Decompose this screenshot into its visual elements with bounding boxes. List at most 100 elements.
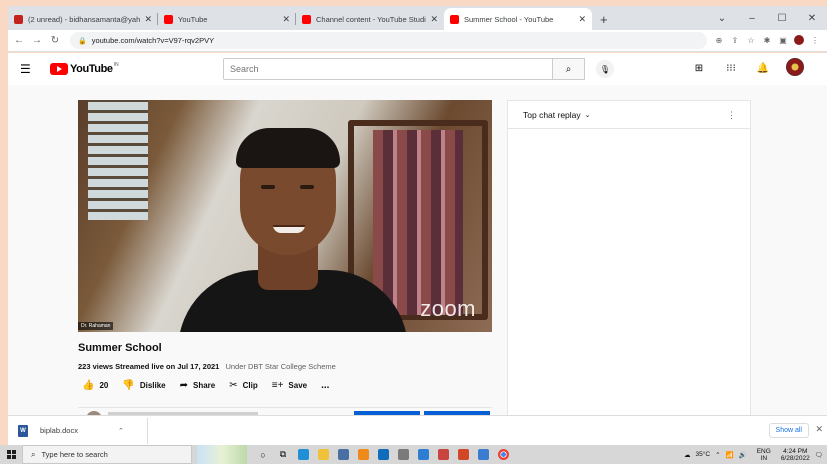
clock-time: 4:24 PM — [783, 447, 808, 455]
weather-temp[interactable]: 35°C — [696, 451, 711, 458]
tray-chevron-icon[interactable]: ⌃ — [715, 451, 720, 459]
edge-icon[interactable] — [293, 445, 313, 464]
save-button[interactable]: ≡+ Save — [272, 380, 307, 391]
language-indicator[interactable]: ENG IN — [752, 448, 771, 462]
view-count: 223 views — [78, 362, 114, 371]
show-all-button[interactable]: Show all — [768, 423, 809, 438]
clip-label: Clip — [242, 381, 258, 390]
close-tab-icon[interactable]: ✕ — [282, 14, 290, 25]
start-button[interactable] — [0, 445, 22, 464]
chrome-icon[interactable] — [493, 445, 513, 464]
youtube-logo[interactable]: YouTube IN — [50, 62, 119, 75]
bookmark-star-icon[interactable]: ☆ — [743, 36, 759, 45]
video-curtain-background — [373, 130, 463, 315]
settings-icon[interactable] — [393, 445, 413, 464]
logo-country-code: IN — [113, 62, 119, 68]
taskbar-search-input[interactable]: ⌕ Type here to search — [22, 445, 192, 464]
create-video-icon[interactable]: ⊞ — [683, 63, 715, 74]
chat-header[interactable]: Top chat replay ⌄ ⋮ — [508, 101, 750, 129]
chevron-up-icon[interactable]: ⌃ — [118, 427, 124, 435]
tab-title: Channel content - YouTube Studio — [316, 14, 427, 24]
search-highlight-image[interactable] — [197, 445, 247, 464]
side-panel-icon[interactable]: ▣ — [775, 36, 791, 45]
extensions-puzzle-icon[interactable]: ✱ — [759, 36, 775, 45]
search-icon: ⌕ — [31, 449, 36, 459]
url-input[interactable]: 🔒 youtube.com/watch?v=V97-rqv2PVY — [70, 32, 707, 49]
tab-title: Summer School - YouTube — [464, 14, 554, 24]
store-icon[interactable] — [333, 445, 353, 464]
window-controls: ⌄ – ☐ ✕ — [707, 6, 827, 30]
cortana-icon[interactable]: ○ — [253, 445, 273, 464]
powerpoint-icon[interactable] — [453, 445, 473, 464]
share-arrow-icon: ➦ — [179, 380, 188, 391]
new-tab-button[interactable]: + — [600, 8, 608, 30]
close-tab-icon[interactable]: ✕ — [430, 14, 438, 25]
voice-search-button[interactable]: 🎙 — [596, 60, 614, 78]
share-label: Share — [193, 381, 216, 390]
browser-tab-strip: (2 unread) - bidhansamanta@yahoo ✕ YouTu… — [8, 6, 827, 30]
tab-gmail[interactable]: (2 unread) - bidhansamanta@yahoo ✕ — [8, 8, 158, 30]
apps-grid-icon[interactable]: ⁝⁝⁝ — [715, 63, 747, 74]
minimize-button[interactable]: – — [737, 13, 767, 24]
close-downloads-icon[interactable]: ✕ — [815, 424, 823, 435]
like-count: 20 — [99, 381, 109, 390]
close-window-button[interactable]: ✕ — [797, 13, 827, 24]
share-button[interactable]: ➦ Share — [180, 380, 216, 391]
notifications-bell-icon[interactable]: 🔔 — [747, 63, 779, 74]
search-input[interactable]: Search — [223, 58, 553, 80]
install-app-icon[interactable]: ⊕ — [711, 36, 727, 45]
channel-avatar[interactable] — [779, 58, 811, 79]
more-actions-button[interactable]: ... — [321, 380, 329, 391]
tab-youtube[interactable]: YouTube ✕ — [158, 8, 296, 30]
lock-icon[interactable]: 🔒 — [78, 37, 87, 45]
video-player[interactable]: zoom Dr. Rahaman — [78, 100, 492, 332]
like-button[interactable]: 👍 20 — [82, 380, 108, 391]
youtube-header-actions: ⊞ ⁝⁝⁝ 🔔 — [683, 58, 811, 79]
profile-avatar[interactable] — [791, 34, 807, 47]
reload-icon[interactable]: ↻ — [48, 35, 62, 46]
download-item[interactable]: W biplab.docx ⌃ — [18, 417, 148, 444]
mail-icon[interactable] — [373, 445, 393, 464]
weather-icon[interactable]: ☁ — [684, 451, 691, 459]
file-explorer-icon[interactable] — [313, 445, 333, 464]
thumbs-down-icon: 👎 — [122, 380, 135, 391]
channel-row — [78, 407, 492, 415]
tab-title: (2 unread) - bidhansamanta@yahoo — [28, 14, 141, 24]
clock[interactable]: 4:24 PM 6/28/2022 — [776, 448, 810, 462]
dislike-button[interactable]: 👎 Dislike — [122, 380, 165, 391]
task-view-icon[interactable]: ⧉ — [273, 445, 293, 464]
hamburger-menu-icon[interactable]: ☰ — [20, 62, 36, 76]
share-icon[interactable]: ⇪ — [727, 36, 743, 45]
volume-icon[interactable]: 🔊 — [739, 451, 747, 459]
photo-viewer-icon[interactable] — [473, 445, 493, 464]
maximize-button[interactable]: ☐ — [767, 13, 797, 24]
tab-summer-school[interactable]: Summer School - YouTube ✕ — [444, 8, 592, 30]
close-tab-icon[interactable]: ✕ — [144, 14, 152, 25]
clip-button[interactable]: ✂ Clip — [229, 380, 258, 391]
back-icon[interactable]: ← — [12, 35, 26, 46]
url-text: youtube.com/watch?v=V97-rqv2PVY — [91, 36, 215, 45]
video-hashtag[interactable]: Under DBT Star College Scheme — [225, 362, 335, 371]
browser-menu-icon[interactable]: ⋮ — [807, 36, 823, 45]
participant-name-tag: Dr. Rahaman — [78, 322, 114, 330]
tab-youtube-studio[interactable]: Channel content - YouTube Studio ✕ — [296, 8, 444, 30]
tab-search-icon[interactable]: ⌄ — [707, 13, 737, 24]
youtube-icon — [302, 14, 311, 24]
search-button[interactable]: ⌕ — [553, 58, 585, 80]
gmail-icon — [14, 14, 23, 24]
vlc-icon[interactable] — [353, 445, 373, 464]
video-person-hair — [236, 128, 340, 168]
youtube-play-icon — [50, 63, 68, 75]
app-icon[interactable] — [433, 445, 453, 464]
notifications-icon[interactable]: 🗨 — [815, 451, 823, 459]
word-document-icon: W — [18, 424, 28, 437]
network-icon[interactable]: 📶 — [726, 451, 734, 459]
video-title: Summer School — [78, 342, 162, 354]
chat-menu-icon[interactable]: ⋮ — [727, 110, 736, 121]
youtube-header: ☰ YouTube IN Search ⌕ 🎙 ⊞ ⁝⁝⁝ 🔔 — [8, 53, 827, 85]
dislike-label: Dislike — [139, 381, 166, 390]
forward-icon[interactable]: → — [30, 35, 44, 46]
close-tab-icon[interactable]: ✕ — [578, 14, 586, 25]
youtube-icon — [164, 14, 173, 24]
photos-icon[interactable] — [413, 445, 433, 464]
